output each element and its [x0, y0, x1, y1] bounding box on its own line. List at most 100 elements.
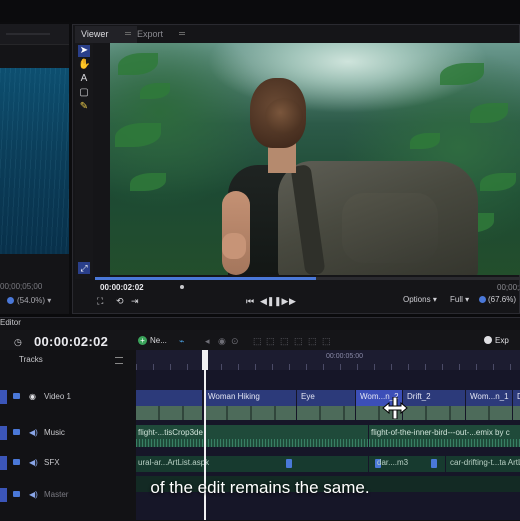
pen-icon[interactable]: ✎: [78, 101, 90, 113]
media-panel-tabbar: [0, 24, 69, 45]
slip-icon[interactable]: ⊙: [231, 336, 239, 347]
tab-menu-icon[interactable]: [125, 32, 131, 35]
transform-icon[interactable]: ⤢: [78, 262, 90, 274]
media-thumbnail[interactable]: [0, 68, 69, 254]
clip-thumbnails: [466, 406, 512, 420]
clip-label: Drift_2: [407, 392, 431, 401]
rectangle-icon[interactable]: ▢: [78, 87, 90, 99]
speaker-icon[interactable]: ◀): [29, 426, 38, 440]
clip-thumbnails: [513, 406, 520, 420]
video-clip[interactable]: [136, 390, 202, 420]
media-zoom[interactable]: (54.0%) ▾: [7, 296, 51, 305]
video-clip[interactable]: D: [513, 390, 520, 420]
quality-label: Full: [450, 295, 463, 304]
audio-icon[interactable]: ⬚: [322, 336, 331, 347]
output-icon[interactable]: ⇥: [131, 295, 139, 307]
clip-label: ural-ar...ArtList.aspk: [138, 458, 210, 467]
export-icon: [484, 336, 492, 344]
viewer-timecode-end: 00;00;24: [497, 283, 520, 292]
step-back-icon[interactable]: ◀❚: [260, 295, 274, 307]
track-header-video-1[interactable]: ◉ Video 1: [0, 390, 136, 404]
speaker-icon[interactable]: ◀): [29, 456, 38, 470]
folder-icon[interactable]: [13, 459, 20, 465]
track-header-music[interactable]: ◀) Music: [0, 426, 136, 440]
split-icon[interactable]: ⬚: [280, 336, 289, 347]
ripple-icon[interactable]: ◉: [218, 336, 226, 347]
marker-dot[interactable]: [180, 285, 184, 289]
track-name: Video 1: [44, 392, 71, 401]
video-clip[interactable]: Woman Hiking: [204, 390, 296, 420]
viewer-toolbar: ➤ ✋ A ▢ ✎: [75, 43, 93, 279]
zoom-icon: [479, 296, 486, 303]
clip-label: flight-of-the-inner-bird---out-...emix b…: [371, 428, 510, 437]
razor-icon[interactable]: ⬚: [253, 336, 262, 347]
scrubber-fill: [95, 277, 316, 280]
clip-label: car-drifting-t...ta ArtList: [450, 458, 520, 467]
media-timecode: 00;00;05;00: [0, 282, 43, 291]
tab-export[interactable]: Export: [137, 26, 185, 43]
chevron-down-icon: ▾: [432, 295, 437, 304]
clip-label: dar....m3: [377, 458, 409, 467]
tab-export-label: Export: [137, 29, 164, 39]
music-clip[interactable]: flight-of-the-inner-bird---out-...emix b…: [369, 425, 520, 447]
viewer-zoom-value: (67.6%): [488, 295, 517, 304]
media-zoom-value: (54.0%): [17, 296, 46, 305]
select-arrow-icon[interactable]: ➤: [78, 45, 90, 57]
tab-editor[interactable]: Editor: [0, 317, 21, 329]
track-select-tab[interactable]: [0, 426, 7, 440]
folder-icon[interactable]: [13, 429, 20, 435]
lock-icon[interactable]: ⬚: [308, 336, 317, 347]
new-button[interactable]: + Ne...: [138, 336, 167, 345]
sfx-clip[interactable]: dar....m3: [369, 456, 445, 472]
sfx-clip[interactable]: car-drifting-t...ta ArtList: [446, 456, 520, 472]
music-clip[interactable]: flight-...tisCrop3de: [136, 425, 368, 447]
video-clip[interactable]: Drift_2: [403, 390, 465, 420]
loop-icon[interactable]: ⟲: [116, 295, 124, 307]
clock-icon: ◷: [14, 337, 22, 347]
speed-icon[interactable]: ⬚: [294, 336, 303, 347]
tracks-label: Tracks: [19, 355, 43, 364]
folder-icon[interactable]: [13, 393, 20, 399]
waveform: [136, 439, 368, 447]
text-icon[interactable]: A: [78, 73, 90, 85]
viewer-scrubber[interactable]: [95, 277, 520, 280]
marker-icon[interactable]: ◂: [205, 336, 210, 347]
quality-dropdown[interactable]: Full ▾: [450, 295, 469, 304]
link-icon[interactable]: ⬚: [266, 336, 275, 347]
video-clip[interactable]: Eye: [297, 390, 355, 420]
eye-icon[interactable]: ◉: [29, 390, 36, 404]
play-icon[interactable]: ▶: [289, 295, 296, 307]
safe-area-icon[interactable]: ⛶: [97, 295, 103, 307]
skip-back-icon[interactable]: ⏮: [246, 295, 254, 307]
magnet-icon[interactable]: ⌁: [179, 336, 184, 347]
subject-hair-bun: [265, 98, 303, 134]
subject-hand: [222, 233, 246, 259]
editor-timecode[interactable]: 00:00:02:02: [34, 334, 108, 349]
tab-menu-icon[interactable]: [179, 32, 185, 35]
clip-thumbnails: [204, 406, 296, 420]
track-select-tab[interactable]: [0, 390, 7, 404]
tab-viewer[interactable]: Viewer: [75, 26, 137, 43]
hand-icon[interactable]: ✋: [78, 59, 90, 71]
track-header-sfx[interactable]: ◀) SFX: [0, 456, 136, 470]
clip-label: Wom...n_1: [470, 392, 509, 401]
tracks-menu-icon[interactable]: [115, 357, 123, 364]
tab-viewer-label: Viewer: [81, 29, 109, 39]
step-forward-icon[interactable]: ❚▶: [274, 295, 288, 307]
viewer-timecode: 00:00:02:02: [100, 283, 144, 292]
sfx-clip[interactable]: ural-ar...ArtList.aspk: [136, 456, 368, 472]
backpack-pocket: [342, 193, 438, 263]
track-select-tab[interactable]: [0, 456, 7, 470]
options-dropdown[interactable]: Options ▾: [403, 295, 437, 304]
top-bar: [0, 0, 520, 22]
track-name: Music: [44, 428, 65, 437]
clip-label: flight-...tisCrop3de: [138, 428, 203, 437]
clip-label: Eye: [301, 392, 315, 401]
zoom-icon: [7, 297, 14, 304]
track-name: SFX: [44, 458, 60, 467]
viewer-frame-image[interactable]: [110, 43, 520, 275]
viewer-zoom[interactable]: (67.6%): [479, 295, 516, 304]
export-button[interactable]: Exp: [484, 336, 509, 345]
video-clip[interactable]: Wom...n_1: [466, 390, 512, 420]
clip-label: Woman Hiking: [208, 392, 260, 401]
